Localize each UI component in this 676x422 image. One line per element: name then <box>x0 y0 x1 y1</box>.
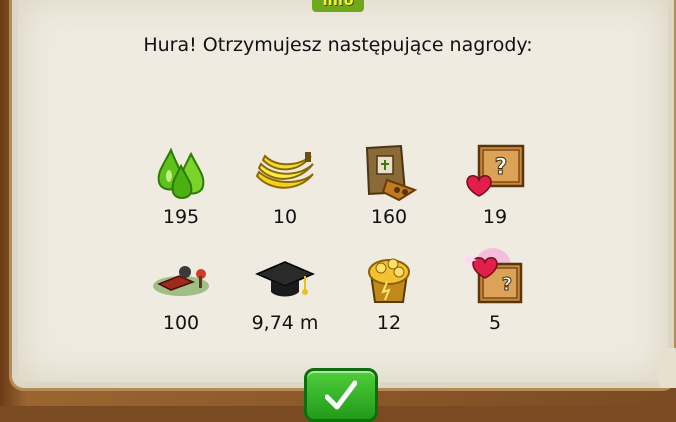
green-drops-icon <box>157 147 205 199</box>
reward-value: 9,74 m <box>251 312 319 334</box>
reward-item: 10 <box>230 140 340 228</box>
reward-message: Hura! Otrzymujesz następujące nagrody: <box>143 34 533 56</box>
reward-value: 10 <box>272 206 298 228</box>
paper-edge <box>658 348 676 388</box>
reward-item: 160 <box>334 140 444 228</box>
svg-text:?: ? <box>495 155 508 180</box>
svg-text:?: ? <box>502 274 512 295</box>
dialog-title: Info <box>312 0 364 12</box>
graduation-cap-icon <box>255 261 315 297</box>
reward-item: 9,74 m <box>230 246 340 334</box>
bananas-icon <box>255 152 314 189</box>
decoration-items-icon <box>153 266 209 296</box>
reward-item: 12 <box>334 246 444 334</box>
reward-item: 100 <box>126 246 236 334</box>
gold-coins-pot-icon <box>368 258 410 303</box>
reward-value: 100 <box>162 312 200 334</box>
seed-bag-icon <box>365 144 418 202</box>
reward-item: 195 <box>126 140 236 228</box>
reward-value: 160 <box>370 206 408 228</box>
reward-value: 12 <box>376 312 402 334</box>
checkmark-icon <box>325 380 357 410</box>
reward-value: 195 <box>162 206 200 228</box>
reward-item: ? 5 <box>440 246 550 334</box>
reward-item: ? 19 <box>440 140 550 228</box>
sparkling-chest-hearts-icon: ? <box>463 248 523 304</box>
reward-value: 19 <box>482 206 508 228</box>
confirm-button[interactable] <box>304 368 378 422</box>
mystery-chest-hearts-icon: ? <box>466 144 525 197</box>
reward-value: 5 <box>488 312 502 334</box>
